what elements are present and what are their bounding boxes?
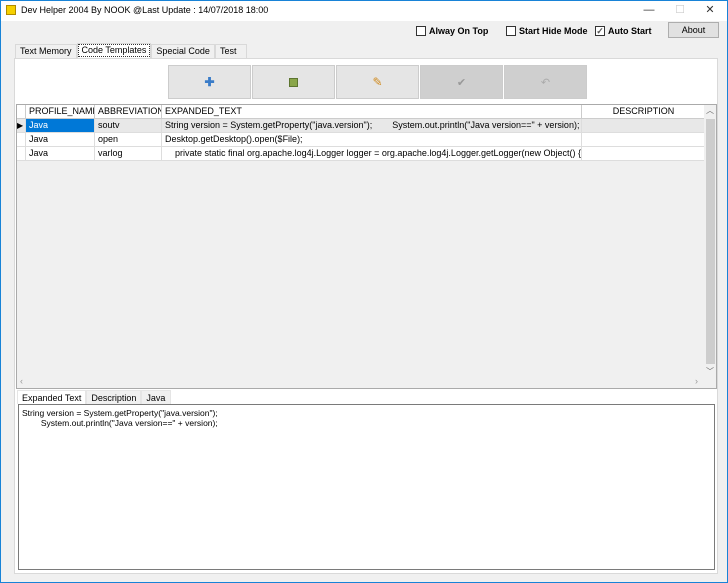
grid-header: PROFILE_NAME ABBREVIATION EXPANDED_TEXT … [17, 105, 706, 119]
tab-expanded-text[interactable]: Expanded Text [17, 390, 87, 404]
scroll-right-icon[interactable]: › [695, 376, 698, 386]
cell-abbreviation[interactable]: varlog [95, 147, 162, 161]
detail-tabs: Expanded Text Description Java [17, 390, 172, 404]
cell-description[interactable] [582, 147, 706, 161]
trash-icon [289, 77, 298, 87]
check-icon: ✓ [595, 26, 605, 36]
scroll-up-icon[interactable]: ︿ [704, 105, 716, 116]
tab-java[interactable]: Java [141, 390, 172, 404]
expanded-text-area[interactable]: String version = System.getProperty("jav… [18, 404, 715, 570]
horizontal-scrollbar[interactable]: ‹ › [17, 376, 716, 388]
column-header[interactable]: DESCRIPTION [582, 105, 706, 119]
checkbox-label: Start Hide Mode [519, 26, 588, 36]
templates-grid: PROFILE_NAME ABBREVIATION EXPANDED_TEXT … [16, 104, 717, 389]
tab-test[interactable]: Test [214, 44, 247, 58]
app-icon [6, 5, 16, 15]
vertical-scrollbar[interactable]: ︿ ﹀ [704, 105, 716, 377]
cell-description[interactable] [582, 119, 706, 133]
edit-button[interactable]: ✎ [336, 65, 419, 99]
plus-icon: ✚ [204, 75, 215, 89]
auto-start-checkbox[interactable]: ✓ Auto Start [595, 26, 652, 36]
maximize-button[interactable]: ☐ [665, 1, 695, 21]
row-header [17, 133, 26, 147]
table-row[interactable]: Java open Desktop.getDesktop().open($Fil… [17, 133, 706, 147]
check-icon: ✔ [456, 76, 467, 89]
scroll-left-icon[interactable]: ‹ [20, 376, 23, 386]
table-row[interactable]: ▶ Java soutv String version = System.get… [17, 119, 706, 133]
cell-expanded-text[interactable]: private static final org.apache.log4j.Lo… [162, 147, 582, 161]
cell-profile[interactable]: Java [26, 133, 95, 147]
table-row[interactable]: Java varlog private static final org.apa… [17, 147, 706, 161]
cell-abbreviation[interactable]: soutv [95, 119, 162, 133]
save-button[interactable]: ✔ [420, 65, 503, 99]
tab-description[interactable]: Description [86, 390, 142, 404]
undo-icon: ↶ [540, 76, 551, 89]
tab-special-code[interactable]: Special Code [151, 44, 215, 58]
undo-button[interactable]: ↶ [504, 65, 587, 99]
cell-profile[interactable]: Java [26, 147, 95, 161]
close-button[interactable]: ✕ [695, 1, 725, 21]
always-on-top-checkbox[interactable]: Alway On Top [416, 26, 488, 36]
start-hide-mode-checkbox[interactable]: Start Hide Mode [506, 26, 588, 36]
cell-expanded-text[interactable]: Desktop.getDesktop().open($File); [162, 133, 582, 147]
cell-expanded-text[interactable]: String version = System.getProperty("jav… [162, 119, 582, 133]
main-tabs: Text Memory Code Templates Special Code … [15, 43, 247, 58]
checkbox-label: Auto Start [608, 26, 652, 36]
current-row-indicator-icon: ▶ [17, 119, 26, 133]
cell-abbreviation[interactable]: open [95, 133, 162, 147]
minimize-button[interactable]: — [634, 1, 664, 21]
window-title: Dev Helper 2004 By NOOK @Last Update : 1… [21, 5, 269, 15]
row-header-corner [17, 105, 26, 119]
tab-text-memory[interactable]: Text Memory [15, 44, 77, 58]
scrollbar-thumb[interactable] [706, 119, 715, 364]
column-header[interactable]: EXPANDED_TEXT [162, 105, 582, 119]
about-button[interactable]: About [668, 22, 719, 38]
code-templates-panel: ✚ ✎ ✔ ↶ PROFILE_NAME ABBREVIATION EXPAND… [14, 58, 718, 574]
cell-description[interactable] [582, 133, 706, 147]
checkbox-box [416, 26, 426, 36]
title-bar: Dev Helper 2004 By NOOK @Last Update : 1… [1, 1, 727, 21]
pencil-icon: ✎ [372, 75, 383, 89]
tab-code-templates[interactable]: Code Templates [76, 43, 152, 58]
checkbox-label: Alway On Top [429, 26, 489, 36]
row-header [17, 147, 26, 161]
checkbox-box [506, 26, 516, 36]
app-window: Dev Helper 2004 By NOOK @Last Update : 1… [0, 0, 728, 583]
column-header[interactable]: PROFILE_NAME [26, 105, 95, 119]
column-header[interactable]: ABBREVIATION [95, 105, 162, 119]
toolbar: ✚ ✎ ✔ ↶ [168, 65, 588, 99]
cell-profile[interactable]: Java [26, 119, 95, 133]
add-button[interactable]: ✚ [168, 65, 251, 99]
delete-button[interactable] [252, 65, 335, 99]
